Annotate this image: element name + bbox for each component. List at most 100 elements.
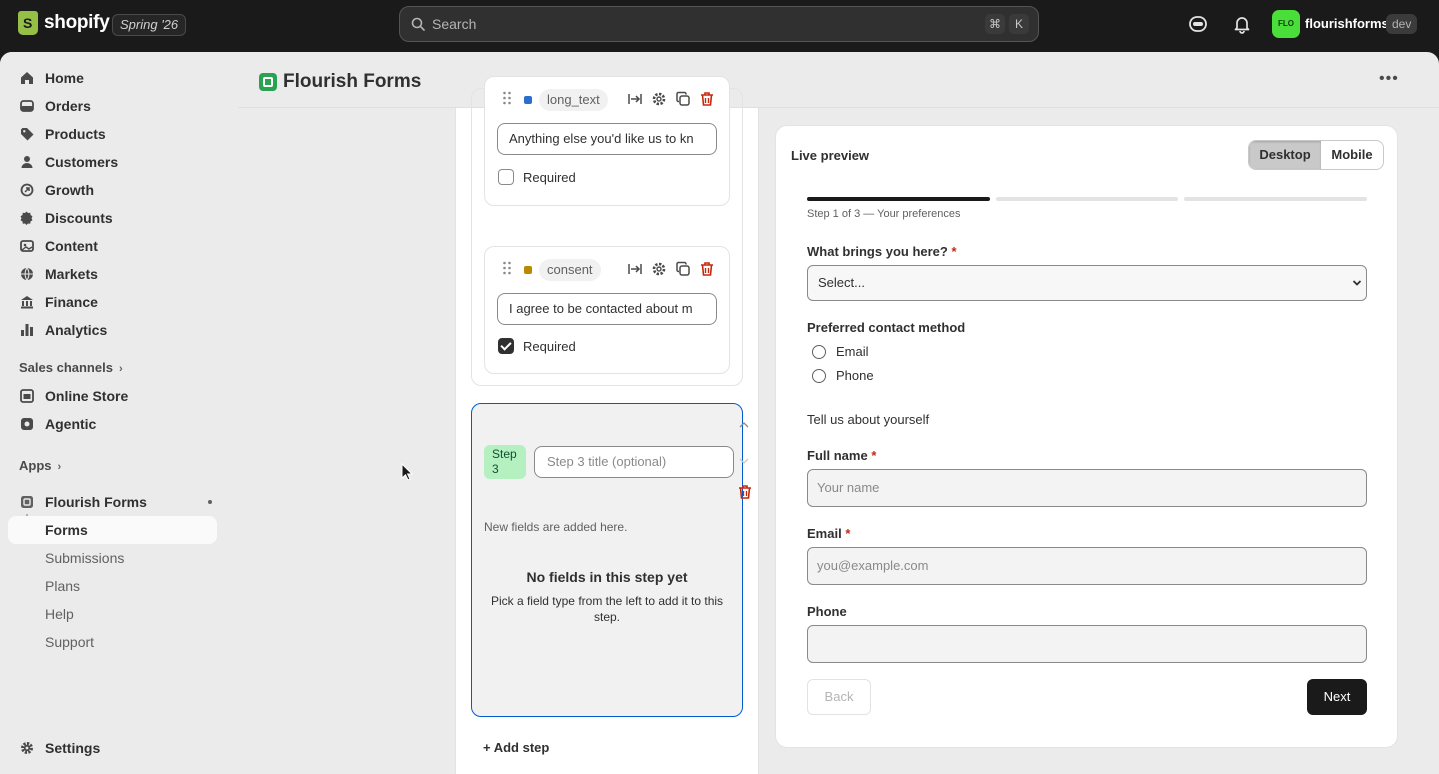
tag-icon [21, 128, 34, 141]
globe-icon [21, 267, 33, 281]
apps-label: Apps [19, 458, 52, 473]
sidebar-item-customers[interactable]: Customers [8, 148, 217, 176]
sidebar-item-help[interactable]: Help [8, 600, 217, 628]
sidebar-item-agentic[interactable]: Agentic [8, 410, 217, 438]
contact-method-label: Preferred contact method [807, 320, 966, 335]
sidebar-item-label: Finance [45, 294, 98, 310]
field-label-input[interactable]: I agree to be contacted about m [497, 293, 717, 325]
sidebar-item-content[interactable]: Content [8, 232, 217, 260]
step-3-card[interactable]: Step 3 Step 3 title (optional) New field… [471, 403, 751, 717]
email-field[interactable]: you@example.com [807, 547, 1367, 585]
sidebar-item-markets[interactable]: Markets [8, 260, 217, 288]
gear-icon[interactable] [651, 91, 667, 107]
content-icon [20, 240, 34, 252]
chevron-up-icon[interactable] [738, 420, 750, 430]
sidebar-item-growth[interactable]: Growth [8, 176, 217, 204]
gear-icon[interactable] [651, 261, 667, 277]
sidebar-item-flourish-forms[interactable]: Flourish Forms [8, 488, 217, 516]
required-checkbox[interactable] [498, 169, 514, 185]
sidebar-item-label: Submissions [45, 550, 125, 566]
sidebar-item-online-store[interactable]: Online Store [8, 382, 217, 410]
full-name-label-text: Full name [807, 448, 868, 463]
add-step-button[interactable]: + Add step [483, 740, 549, 755]
sales-channels-heading[interactable]: Sales channels › [19, 360, 123, 375]
app-header: Flourish Forms ••• [238, 52, 1439, 108]
agentic-icon [21, 418, 33, 430]
sidebar-item-orders[interactable]: Orders [8, 92, 217, 120]
sidebar-item-discounts[interactable]: Discounts [8, 204, 217, 232]
sidebar-item-label: Markets [45, 266, 98, 282]
select-value: Select... [818, 275, 865, 290]
radio-email[interactable] [812, 345, 826, 359]
drag-handle-icon[interactable] [502, 91, 512, 105]
page-title: Flourish Forms [283, 71, 422, 92]
radio-phone-label: Phone [836, 368, 874, 383]
required-label: Required [523, 339, 576, 354]
live-preview-card: Live preview Desktop Mobile Step 1 of 3 … [775, 125, 1398, 748]
sidebar-item-home[interactable]: Home [8, 64, 217, 92]
sidekick-icon[interactable] [1188, 14, 1208, 34]
drag-handle-icon[interactable] [502, 261, 512, 275]
sidebar: Home Orders Products Customers Growth Di… [0, 52, 238, 774]
sidebar-item-products[interactable]: Products [8, 120, 217, 148]
apps-heading[interactable]: Apps › [19, 458, 61, 473]
delete-icon[interactable] [699, 91, 715, 107]
shopify-logo[interactable]: shopify [18, 11, 110, 35]
delete-step-icon[interactable] [738, 484, 752, 500]
chevron-down-icon[interactable] [738, 456, 750, 466]
step-title-input[interactable]: Step 3 title (optional) [534, 446, 734, 478]
sidebar-item-submissions[interactable]: Submissions [8, 544, 217, 572]
reason-select[interactable]: Select... [807, 265, 1367, 301]
chart-icon [21, 324, 33, 336]
desktop-toggle-button[interactable]: Desktop [1249, 141, 1321, 169]
sidebar-item-label: Home [45, 70, 84, 86]
width-toggle-icon[interactable] [627, 261, 643, 277]
progress-segment-1 [807, 197, 990, 201]
admin-frame: Home Orders Products Customers Growth Di… [0, 52, 1439, 774]
sidebar-item-label: Orders [45, 98, 91, 114]
sidebar-item-label: Analytics [45, 322, 108, 338]
search-bar[interactable]: Search ⌘ K [399, 6, 1039, 42]
sidebar-item-label: Plans [45, 578, 81, 594]
sidebar-item-label: Discounts [45, 210, 113, 226]
next-button[interactable]: Next [1307, 679, 1367, 715]
sidebar-item-plans[interactable]: Plans [8, 572, 217, 600]
phone-field[interactable] [807, 625, 1367, 663]
field-type-tag: consent [539, 259, 601, 281]
sidebar-item-finance[interactable]: Finance [8, 288, 217, 316]
store-name[interactable]: flourishforms [1305, 16, 1389, 31]
logo-text: shopify [44, 12, 110, 33]
sidebar-item-analytics[interactable]: Analytics [8, 316, 217, 344]
k-key: K [1009, 14, 1029, 34]
duplicate-icon[interactable] [675, 261, 691, 277]
store-avatar[interactable]: FLO [1272, 10, 1300, 38]
chevron-down-icon [1352, 280, 1362, 286]
radio-phone[interactable] [812, 369, 826, 383]
delete-icon[interactable] [699, 261, 715, 277]
sidebar-item-label: Products [45, 126, 106, 142]
search-icon [411, 17, 425, 31]
pin-dot [208, 500, 212, 504]
sidebar-item-forms[interactable]: Forms [8, 516, 217, 544]
field-card-consent[interactable]: consent I agree to be contacted about m … [484, 246, 730, 374]
bell-icon[interactable] [1232, 14, 1252, 34]
shopify-bag-icon [18, 11, 38, 35]
field-label-input[interactable]: Anything else you'd like us to kn [497, 123, 717, 155]
required-asterisk: * [951, 244, 957, 259]
question-label: What brings you here? * [807, 244, 957, 259]
sidebar-item-settings[interactable]: Settings [8, 734, 217, 762]
sidebar-item-support[interactable]: Support [8, 628, 217, 656]
required-checkbox[interactable] [498, 338, 514, 354]
mouse-cursor-icon [401, 463, 413, 481]
back-button[interactable]: Back [807, 679, 871, 715]
email-label-text: Email [807, 526, 842, 541]
width-toggle-icon[interactable] [627, 91, 643, 107]
step-badge: Step 3 [484, 445, 526, 479]
more-actions-button[interactable]: ••• [1379, 70, 1399, 90]
sidebar-item-label: Agentic [45, 416, 97, 432]
progress-segment-3 [1184, 197, 1367, 201]
mobile-toggle-button[interactable]: Mobile [1321, 141, 1383, 169]
duplicate-icon[interactable] [675, 91, 691, 107]
field-card-long-text[interactable]: long_text Anything else you'd like us to… [484, 76, 730, 206]
full-name-field[interactable]: Your name [807, 469, 1367, 507]
